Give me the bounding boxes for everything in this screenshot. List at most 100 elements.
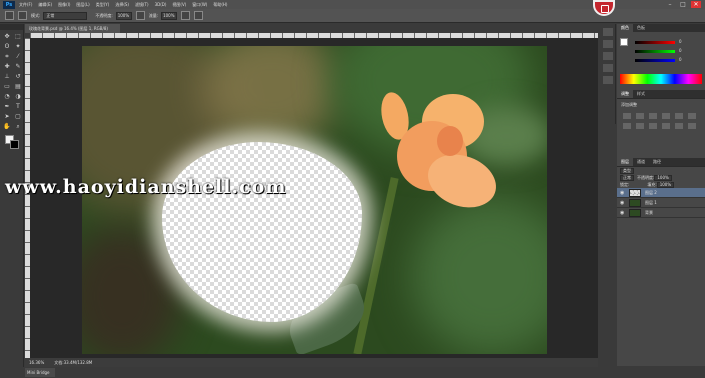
blue-value[interactable]: 0: [679, 57, 682, 62]
curves-adjust-icon[interactable]: [649, 113, 657, 119]
lasso-tool-icon[interactable]: ʘ: [2, 42, 12, 51]
tab-channels[interactable]: 通道: [633, 158, 649, 166]
zoom-tool-icon[interactable]: ⌕: [13, 122, 23, 131]
color-spectrum[interactable]: [620, 74, 702, 84]
airbrush-icon[interactable]: [181, 11, 191, 20]
pressure-opacity-icon[interactable]: [135, 11, 145, 20]
brush-panel-icon[interactable]: [603, 76, 613, 84]
history-brush-icon[interactable]: ↺: [13, 72, 23, 81]
exposure-adjust-icon[interactable]: [662, 113, 670, 119]
zoom-level[interactable]: 16.36%: [29, 358, 44, 367]
lock-label: 锁定:: [620, 181, 630, 187]
mini-bridge-tab[interactable]: Mini Bridge: [25, 368, 55, 377]
close-button[interactable]: ✕: [691, 1, 701, 8]
menu-edit[interactable]: 编辑(E): [38, 2, 52, 8]
website-watermark: www.haoyidianshell.com: [5, 176, 287, 198]
menu-help[interactable]: 帮助(H): [213, 2, 227, 8]
channel-mixer-adjust-icon[interactable]: [662, 123, 670, 129]
tab-color[interactable]: 颜色: [617, 24, 633, 32]
layer-name[interactable]: 图层 1: [645, 200, 657, 206]
bw-adjust-icon[interactable]: [636, 123, 644, 129]
visibility-eye-icon[interactable]: ◉: [620, 190, 626, 196]
minimize-button[interactable]: –: [665, 1, 675, 8]
blend-mode-select[interactable]: 正常: [620, 174, 634, 181]
tab-swatches[interactable]: 色板: [633, 24, 649, 32]
hue-adjust-icon[interactable]: [688, 113, 696, 119]
fill-input[interactable]: 100%: [656, 181, 675, 188]
type-tool-icon[interactable]: T: [13, 102, 23, 111]
tab-paths[interactable]: 路径: [649, 158, 665, 166]
tool-grid: ✥ ⬚ ʘ ✦ ⌗ ⁄ ✚ ✎ ⊥ ↺ ▭ ▤ ◔ ◑ ✒ T ➤ ▢ ✋ ⌕: [0, 30, 23, 133]
character-panel-icon[interactable]: [603, 52, 613, 60]
rose-photo-canvas[interactable]: [82, 46, 547, 354]
brush-tool-icon[interactable]: ✎: [13, 62, 23, 71]
photo-filter-adjust-icon[interactable]: [649, 123, 657, 129]
layer-name[interactable]: 背景: [645, 210, 653, 216]
fg-color-chip[interactable]: [620, 38, 628, 46]
color-balance-adjust-icon[interactable]: [623, 123, 631, 129]
eyedropper-tool-icon[interactable]: ⁄: [13, 52, 23, 61]
pressure-size-icon[interactable]: [194, 11, 204, 20]
gradient-tool-icon[interactable]: ▤: [13, 82, 23, 91]
menu-layer[interactable]: 图层(L): [76, 2, 89, 8]
menu-view[interactable]: 视图(V): [172, 2, 186, 8]
properties-panel-icon[interactable]: [603, 40, 613, 48]
visibility-eye-icon[interactable]: ◉: [620, 210, 626, 216]
crop-tool-icon[interactable]: ⌗: [2, 52, 12, 61]
flow-input[interactable]: 100%: [161, 11, 178, 20]
green-slider[interactable]: [635, 50, 675, 53]
visibility-eye-icon[interactable]: ◉: [620, 200, 626, 206]
brush-preset-icon[interactable]: [18, 11, 27, 20]
canvas-area[interactable]: [30, 38, 598, 358]
move-tool-icon[interactable]: ✥: [2, 32, 12, 41]
layer-kind-select[interactable]: 类型: [620, 167, 634, 174]
layer-opacity-input[interactable]: 100%: [654, 174, 672, 181]
status-bar: 16.36% 文档:33.4M/132.8M: [25, 358, 598, 367]
marquee-tool-icon[interactable]: ⬚: [13, 32, 23, 41]
shape-tool-icon[interactable]: ▢: [13, 112, 23, 121]
restore-button[interactable]: □: [678, 1, 688, 8]
history-panel-icon[interactable]: [603, 28, 613, 36]
red-value[interactable]: 0: [679, 39, 682, 44]
color-swatches: [2, 135, 21, 153]
vibrance-adjust-icon[interactable]: [675, 113, 683, 119]
menu-select[interactable]: 选择(S): [115, 2, 129, 8]
tab-adjustments[interactable]: 调整: [617, 90, 633, 98]
brightness-adjust-icon[interactable]: [623, 113, 631, 119]
tab-styles[interactable]: 样式: [633, 90, 649, 98]
tab-layers[interactable]: 图层: [617, 158, 633, 166]
hand-tool-icon[interactable]: ✋: [2, 122, 12, 131]
layer-thumbnail: [629, 188, 641, 197]
green-value[interactable]: 0: [679, 48, 682, 53]
dodge-tool-icon[interactable]: ◑: [13, 92, 23, 101]
mode-select[interactable]: 正常: [43, 11, 88, 20]
levels-adjust-icon[interactable]: [636, 113, 644, 119]
paragraph-panel-icon[interactable]: [603, 64, 613, 72]
menu-type[interactable]: 类型(Y): [96, 2, 110, 8]
stamp-tool-icon[interactable]: ⊥: [2, 72, 12, 81]
red-slider[interactable]: [635, 41, 675, 44]
menu-file[interactable]: 文件(F): [19, 2, 32, 8]
layer-name[interactable]: 图层 2: [645, 190, 657, 196]
path-select-tool-icon[interactable]: ➤: [2, 112, 12, 121]
invert-adjust-icon[interactable]: [688, 123, 696, 129]
collapsed-panel-dock: [600, 24, 616, 124]
pen-tool-icon[interactable]: ✒: [2, 102, 12, 111]
opacity-input[interactable]: 100%: [115, 11, 132, 20]
menu-image[interactable]: 图像(I): [58, 2, 70, 8]
menu-3d[interactable]: 3D(D): [155, 2, 167, 8]
document-tab[interactable]: 玫瑰花背景.psd @ 16.4% (图层 1, RGB/8): [25, 24, 120, 33]
blue-slider[interactable]: [635, 59, 675, 62]
healing-tool-icon[interactable]: ✚: [2, 62, 12, 71]
menu-window[interactable]: 窗口(W): [192, 2, 207, 8]
layer-row[interactable]: ◉ 背景: [617, 208, 705, 218]
blur-tool-icon[interactable]: ◔: [2, 92, 12, 101]
eraser-tool-icon[interactable]: ▭: [2, 82, 12, 91]
color-lookup-adjust-icon[interactable]: [675, 123, 683, 129]
layer-row[interactable]: ◉ 图层 2: [617, 188, 705, 198]
menu-filter[interactable]: 滤镜(T): [135, 2, 149, 8]
eraser-tool-icon[interactable]: [5, 11, 14, 20]
background-color-swatch[interactable]: [10, 140, 19, 149]
magic-wand-tool-icon[interactable]: ✦: [13, 42, 23, 51]
layer-row[interactable]: ◉ 图层 1: [617, 198, 705, 208]
